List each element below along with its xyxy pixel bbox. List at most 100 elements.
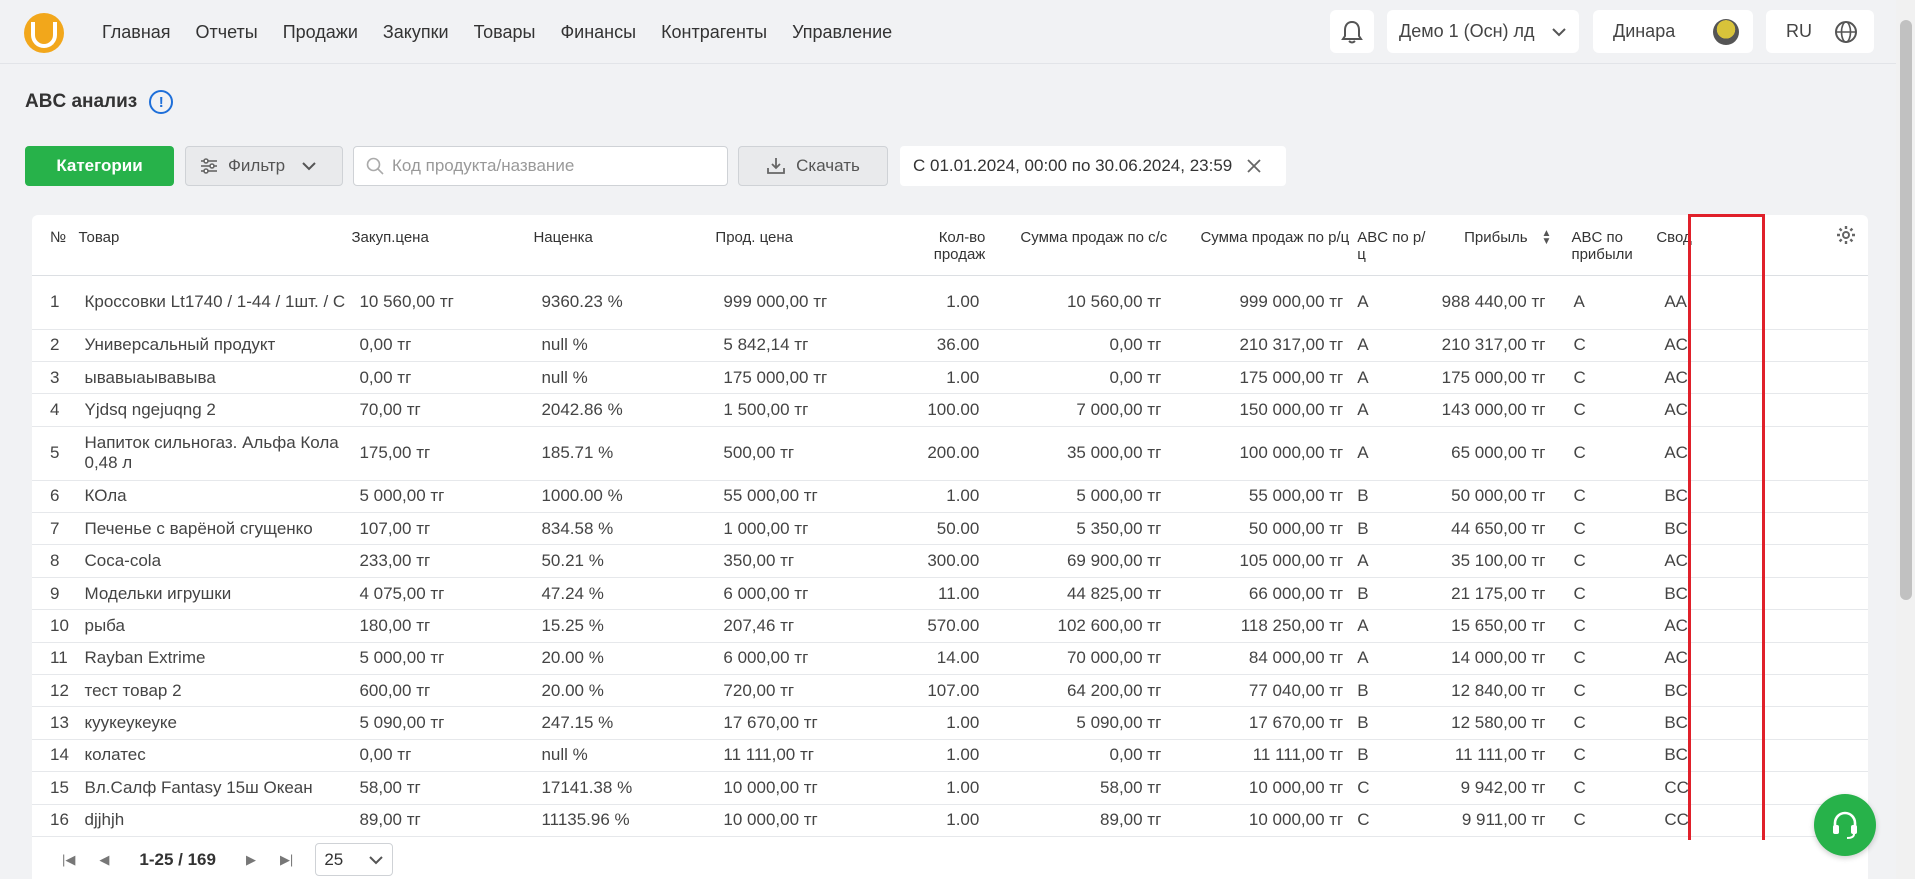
user-menu[interactable]: Динара <box>1593 10 1753 53</box>
cell-purchase-price: 58,00 тг <box>351 771 534 805</box>
cell-abc-retail: A <box>1349 393 1431 427</box>
cell-abc-retail: A <box>1349 275 1431 330</box>
avatar <box>1713 18 1739 45</box>
cell-summary: AC <box>1632 642 1868 676</box>
table-row[interactable]: 8 Coca-cola 233,00 тг 50.21 % 350,00 тг 300.0… <box>32 544 1868 578</box>
cell-abc-retail: A <box>1349 426 1431 481</box>
table-row[interactable]: 2 Универсальный продукт 0,00 тг null % 5 842… <box>32 329 1868 362</box>
table-row[interactable]: 11 Rayban Extrime 5 000,00 тг 20.00 % 6 000,… <box>32 642 1868 676</box>
headset-icon <box>1833 811 1857 839</box>
table-row[interactable]: 9 Модельки игрушки 4 075,00 тг 47.24 % 6 000… <box>32 577 1868 611</box>
first-page-icon[interactable]: |◀ <box>62 852 75 868</box>
cell-profit: 35 100,00 тг <box>1430 544 1552 578</box>
cell-markup: null % <box>533 739 716 773</box>
info-icon[interactable]: ! <box>149 90 174 114</box>
table-row[interactable]: 13 куукеукеуке 5 090,00 тг 247.15 % 17 670,0… <box>32 706 1868 740</box>
cell-abc-profit: C <box>1551 642 1633 676</box>
close-icon[interactable] <box>1246 158 1262 174</box>
page-size-value: 25 <box>324 849 344 869</box>
app-logo[interactable] <box>24 13 64 53</box>
nav-item-home[interactable]: Главная <box>102 22 171 43</box>
cell-product: колатес <box>78 739 352 773</box>
cell-profit: 11 111,00 тг <box>1430 739 1552 773</box>
cell-summary: AC <box>1632 329 1868 362</box>
cell-abc-profit: C <box>1551 512 1633 546</box>
table-row[interactable]: 7 Печенье с варёной сгущенко 107,00 тг 834.… <box>32 512 1868 546</box>
cell-sum-retail: 10 000,00 тг <box>1167 771 1350 805</box>
nav-item-finance[interactable]: Финансы <box>560 22 636 43</box>
cell-summary: AC <box>1632 544 1868 578</box>
cell-purchase-price: 0,00 тг <box>351 361 534 395</box>
sliders-icon <box>201 158 217 174</box>
table-row[interactable]: 5 Напиток сильногаз. Альфа Кола 0,48 л 175… <box>32 426 1868 481</box>
cell-product: Универсальный продукт <box>78 329 352 362</box>
cell-abc-retail: B <box>1349 512 1431 546</box>
page-size-select[interactable]: 25 <box>315 843 394 876</box>
table-row[interactable]: 4 Yjdsq ngejuqng 2 70,00 тг 2042.86 % 1 500,… <box>32 393 1868 427</box>
page-scrollbar[interactable] <box>1896 0 1915 879</box>
store-selector-label: Демо 1 (Осн) лд <box>1399 21 1535 41</box>
cell-abc-retail: B <box>1349 739 1431 773</box>
cell-markup: 50.21 % <box>533 544 716 578</box>
col-header-profit[interactable]: Прибыль ▲ ▼ <box>1430 215 1552 276</box>
table-row[interactable]: 15 Вл.Салф Fantasy 15ш Океан 58,00 тг 17141… <box>32 771 1868 805</box>
cell-sum-cost: 0,00 тг <box>985 739 1168 773</box>
nav-item-products[interactable]: Товары <box>474 22 536 43</box>
cell-number: 11 <box>32 642 79 676</box>
nav-item-purchases[interactable]: Закупки <box>383 22 449 43</box>
cell-markup: 185.71 % <box>533 426 716 481</box>
cell-sum-retail: 100 000,00 тг <box>1167 426 1350 481</box>
cell-purchase-price: 89,00 тг <box>351 804 534 837</box>
table-row[interactable]: 1 Кроссовки Lt1740 / 1-44 / 1шт. / С 10 56… <box>32 275 1868 330</box>
cell-sum-retail: 105 000,00 тг <box>1167 544 1350 578</box>
cell-profit: 14 000,00 тг <box>1430 642 1552 676</box>
cell-abc-profit: C <box>1551 426 1633 481</box>
gear-icon[interactable] <box>1836 225 1856 245</box>
col-header-sale-price: Прод. цена <box>715 215 898 276</box>
search-input[interactable] <box>392 156 712 176</box>
search-box[interactable] <box>353 146 728 186</box>
table-row[interactable]: 10 рыба 180,00 тг 15.25 % 207,46 тг 570.00 102… <box>32 609 1868 643</box>
cell-sum-cost: 5 000,00 тг <box>985 480 1168 514</box>
filter-button[interactable]: Фильтр <box>185 146 343 186</box>
cell-sum-retail: 11 111,00 тг <box>1167 739 1350 773</box>
cell-sale-price: 11 111,00 тг <box>715 739 898 773</box>
nav-item-reports[interactable]: Отчеты <box>196 22 258 43</box>
cell-abc-profit: C <box>1551 706 1633 740</box>
nav-item-counterparties[interactable]: Контрагенты <box>661 22 767 43</box>
cell-qty: 1.00 <box>897 771 986 805</box>
categories-button[interactable]: Категории <box>25 146 174 186</box>
cell-sum-cost: 69 900,00 тг <box>985 544 1168 578</box>
date-range-chip[interactable]: С 01.01.2024, 00:00 по 30.06.2024, 23:59 <box>900 146 1286 186</box>
prev-page-icon[interactable]: ◀ <box>99 852 109 868</box>
nav-item-management[interactable]: Управление <box>792 22 892 43</box>
cell-profit: 44 650,00 тг <box>1430 512 1552 546</box>
notifications-button[interactable] <box>1330 10 1374 53</box>
language-selector[interactable]: RU <box>1766 10 1874 53</box>
scrollbar-thumb[interactable] <box>1900 20 1912 600</box>
sort-icon[interactable]: ▲ ▼ <box>1542 229 1552 247</box>
download-label: Скачать <box>796 156 860 175</box>
table-row[interactable]: 12 тест товар 2 600,00 тг 20.00 % 720,00 тг 1… <box>32 674 1868 708</box>
cell-summary: BC <box>1632 512 1868 546</box>
cell-profit: 210 317,00 тг <box>1430 329 1552 362</box>
cell-sum-cost: 89,00 тг <box>985 804 1168 837</box>
cell-sum-retail: 999 000,00 тг <box>1167 275 1350 330</box>
next-page-icon[interactable]: ▶ <box>246 852 256 868</box>
cell-profit: 9 942,00 тг <box>1430 771 1552 805</box>
table-body: 1 Кроссовки Lt1740 / 1-44 / 1шт. / С 10 56… <box>32 275 1868 837</box>
table-row[interactable]: 14 колатес 0,00 тг null % 11 111,00 тг 1.00 0,… <box>32 739 1868 773</box>
store-selector[interactable]: Демо 1 (Осн) лд <box>1387 10 1579 53</box>
cell-purchase-price: 0,00 тг <box>351 329 534 362</box>
nav-item-sales[interactable]: Продажи <box>283 22 358 43</box>
cell-product: ывавыаывавыва <box>78 361 352 395</box>
download-button[interactable]: Скачать <box>738 146 888 186</box>
bell-icon <box>1341 20 1363 43</box>
last-page-icon[interactable]: ▶| <box>280 852 293 868</box>
cell-markup: 15.25 % <box>533 609 716 643</box>
support-chat-button[interactable] <box>1814 794 1876 856</box>
table-row[interactable]: 6 КОла 5 000,00 тг 1000.00 % 55 000,00 тг 1.0… <box>32 480 1868 514</box>
table-row[interactable]: 16 djjhjh 89,00 тг 11135.96 % 10 000,00 тг 1.… <box>32 804 1868 837</box>
table-row[interactable]: 3 ывавыаывавыва 0,00 тг null % 175 000,00 тг… <box>32 361 1868 395</box>
cell-abc-retail: C <box>1349 771 1431 805</box>
